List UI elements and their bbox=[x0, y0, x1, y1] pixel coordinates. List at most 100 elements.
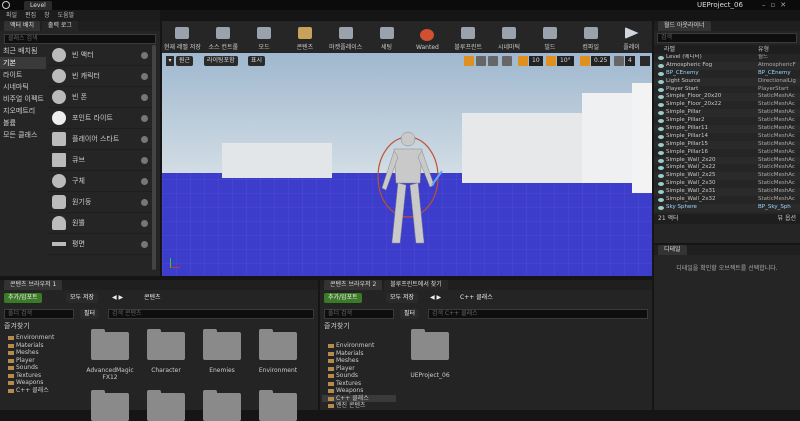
scale-size[interactable]: 0.25 bbox=[591, 56, 611, 66]
menu-help[interactable]: 도움말 bbox=[58, 10, 75, 21]
folder-icon[interactable] bbox=[411, 329, 449, 360]
tree-item[interactable]: Player bbox=[2, 357, 74, 365]
visibility-eye-icon[interactable] bbox=[658, 71, 664, 76]
category-vfx[interactable]: 비주얼 이펙트 bbox=[0, 93, 46, 105]
info-icon[interactable] bbox=[141, 114, 148, 122]
table-row[interactable]: Sky Sphere BP_Sky_Sph bbox=[654, 203, 800, 212]
table-row[interactable]: Simple_Wall_2x32 StaticMeshAc bbox=[654, 196, 800, 204]
table-row[interactable]: Player Start PlayerStart bbox=[654, 86, 800, 94]
info-icon[interactable] bbox=[141, 240, 148, 248]
folder-icon[interactable] bbox=[91, 390, 129, 421]
table-row[interactable]: Light Source DirectionalLig bbox=[654, 77, 800, 86]
folder-icon[interactable] bbox=[147, 329, 185, 360]
category-lights[interactable]: 라이트 bbox=[0, 69, 46, 81]
visibility-eye-icon[interactable] bbox=[658, 87, 664, 92]
scale-icon[interactable] bbox=[488, 56, 498, 66]
table-row[interactable]: Simple_Floor_20x22 StaticMeshAc bbox=[654, 101, 800, 109]
col-type[interactable]: 유형 bbox=[758, 45, 769, 54]
info-icon[interactable] bbox=[141, 198, 148, 206]
tree-item[interactable]: C++ 클래스 bbox=[2, 387, 74, 395]
visibility-eye-icon[interactable] bbox=[658, 126, 664, 131]
folder-icon[interactable] bbox=[203, 329, 241, 360]
visibility-eye-icon[interactable] bbox=[658, 119, 664, 124]
tree-item[interactable]: Player bbox=[322, 365, 396, 373]
nav-arrows-icon[interactable]: ◀ ▶ bbox=[108, 293, 127, 303]
save-level-button[interactable]: 현재 레벨 저장 bbox=[162, 21, 203, 53]
add-import-button[interactable]: 추가/임포트 bbox=[324, 293, 362, 303]
table-row[interactable]: Simple_Floor_20x20 StaticMeshAc bbox=[654, 93, 800, 102]
content-browser-1-tab[interactable]: 콘텐츠 브라우저 1 bbox=[4, 280, 63, 290]
category-cinematic[interactable]: 시네마틱 bbox=[0, 81, 46, 93]
world-outliner-tab[interactable]: 월드 아웃라이너 bbox=[658, 21, 711, 31]
list-item[interactable]: 원뿔 bbox=[48, 213, 152, 234]
tree-item[interactable]: Meshes bbox=[322, 357, 396, 365]
rotation-snap-icon[interactable] bbox=[546, 56, 556, 66]
content-button[interactable]: 콘텐츠 bbox=[284, 21, 325, 53]
info-icon[interactable] bbox=[141, 156, 148, 164]
settings-button[interactable]: 세팅 bbox=[366, 21, 407, 53]
table-row[interactable]: Simple_Wall_2x20 StaticMeshAc bbox=[654, 156, 800, 165]
camera-speed[interactable]: 4 bbox=[625, 56, 635, 66]
table-row[interactable]: Simple_Wall_2x31 StaticMeshAc bbox=[654, 188, 800, 197]
folder-search-input[interactable]: 폴더 검색 bbox=[4, 309, 74, 319]
category-volumes[interactable]: 볼륨 bbox=[0, 117, 46, 129]
info-icon[interactable] bbox=[141, 219, 148, 227]
filter-button[interactable]: 필터 bbox=[80, 309, 100, 319]
camera-speed-icon[interactable] bbox=[614, 56, 624, 66]
level-viewport[interactable]: ▾ 원근 라이팅포함 표시 10 10° 0.25 4 bbox=[162, 53, 652, 276]
list-item[interactable]: 포인트 라이트 bbox=[48, 108, 152, 129]
save-all-button[interactable]: 모두 저장 bbox=[66, 293, 98, 303]
content-search-input[interactable]: 검색 C++ 클래스 bbox=[428, 309, 648, 319]
list-item[interactable]: 빈 액터 bbox=[48, 45, 152, 66]
table-row[interactable]: Simple_Wall_2x25 StaticMeshAc bbox=[654, 172, 800, 181]
visibility-eye-icon[interactable] bbox=[658, 63, 664, 68]
visibility-eye-icon[interactable] bbox=[658, 205, 664, 210]
folder-search-input[interactable]: 폴더 검색 bbox=[324, 309, 394, 319]
table-row[interactable]: Simple_Wall_2x22 StaticMeshAc bbox=[654, 164, 800, 172]
list-item[interactable]: 빈 폰 bbox=[48, 87, 152, 108]
show-button[interactable]: 표시 bbox=[248, 56, 266, 66]
table-row[interactable]: Simple_Pillar14 StaticMeshAc bbox=[654, 133, 800, 141]
visibility-eye-icon[interactable] bbox=[658, 158, 664, 163]
tree-item[interactable]: Environment bbox=[322, 342, 396, 350]
marketplace-button[interactable]: 마켓플레이스 bbox=[325, 21, 366, 53]
content-browser-2-tab[interactable]: 콘텐츠 브라우저 2 bbox=[324, 280, 383, 290]
info-icon[interactable] bbox=[141, 51, 148, 59]
breadcrumb[interactable]: C++ 클래스 bbox=[456, 293, 497, 303]
list-item[interactable]: 큐브 bbox=[48, 150, 152, 171]
visibility-eye-icon[interactable] bbox=[658, 142, 664, 147]
modes-button[interactable]: 모드 bbox=[244, 21, 285, 53]
table-row[interactable]: Simple_Wall_2x30 StaticMeshAc bbox=[654, 180, 800, 188]
list-item[interactable]: 플레이어 스타트 bbox=[48, 129, 152, 150]
class-search-input[interactable]: 클래스 검색 bbox=[4, 34, 156, 44]
tree-item[interactable]: Sounds bbox=[322, 372, 396, 380]
scale-snap-icon[interactable] bbox=[580, 56, 590, 66]
visibility-eye-icon[interactable] bbox=[658, 103, 664, 108]
nav-arrows-icon[interactable]: ◀ ▶ bbox=[426, 293, 445, 303]
maximize-viewport-icon[interactable] bbox=[640, 56, 650, 66]
visibility-eye-icon[interactable] bbox=[658, 150, 664, 155]
folder-icon[interactable] bbox=[91, 329, 129, 360]
info-icon[interactable] bbox=[141, 72, 148, 80]
add-import-button[interactable]: 추가/임포트 bbox=[4, 293, 42, 303]
category-all-classes[interactable]: 모든 클래스 bbox=[0, 129, 46, 141]
tree-item[interactable]: Meshes bbox=[2, 349, 74, 357]
visibility-eye-icon[interactable] bbox=[658, 79, 664, 84]
list-item[interactable]: 원기둥 bbox=[48, 192, 152, 213]
visibility-eye-icon[interactable] bbox=[658, 55, 664, 60]
visibility-eye-icon[interactable] bbox=[658, 134, 664, 139]
folder-icon[interactable] bbox=[259, 329, 297, 360]
viewport-options-icon[interactable]: ▾ bbox=[166, 56, 174, 66]
build-button[interactable]: 빌드 bbox=[529, 21, 570, 53]
category-recent[interactable]: 최근 배치됨 bbox=[0, 45, 46, 57]
window-controls[interactable]: –▫✕ bbox=[762, 1, 798, 9]
visibility-eye-icon[interactable] bbox=[658, 174, 664, 179]
list-item[interactable]: 구체 bbox=[48, 171, 152, 192]
tree-item-selected[interactable]: C++ 클래스 bbox=[322, 394, 396, 402]
table-row[interactable]: BP_CEnemy BP_CEnemy bbox=[654, 70, 800, 78]
tree-item[interactable]: Textures bbox=[2, 372, 74, 380]
find-in-blueprints-tab[interactable]: 블루프린트에서 찾기 bbox=[384, 280, 448, 290]
table-row[interactable]: Simple_Pillar15 StaticMeshAc bbox=[654, 140, 800, 149]
scrollbar[interactable] bbox=[152, 45, 156, 270]
col-label[interactable]: 라벨 bbox=[654, 45, 758, 54]
